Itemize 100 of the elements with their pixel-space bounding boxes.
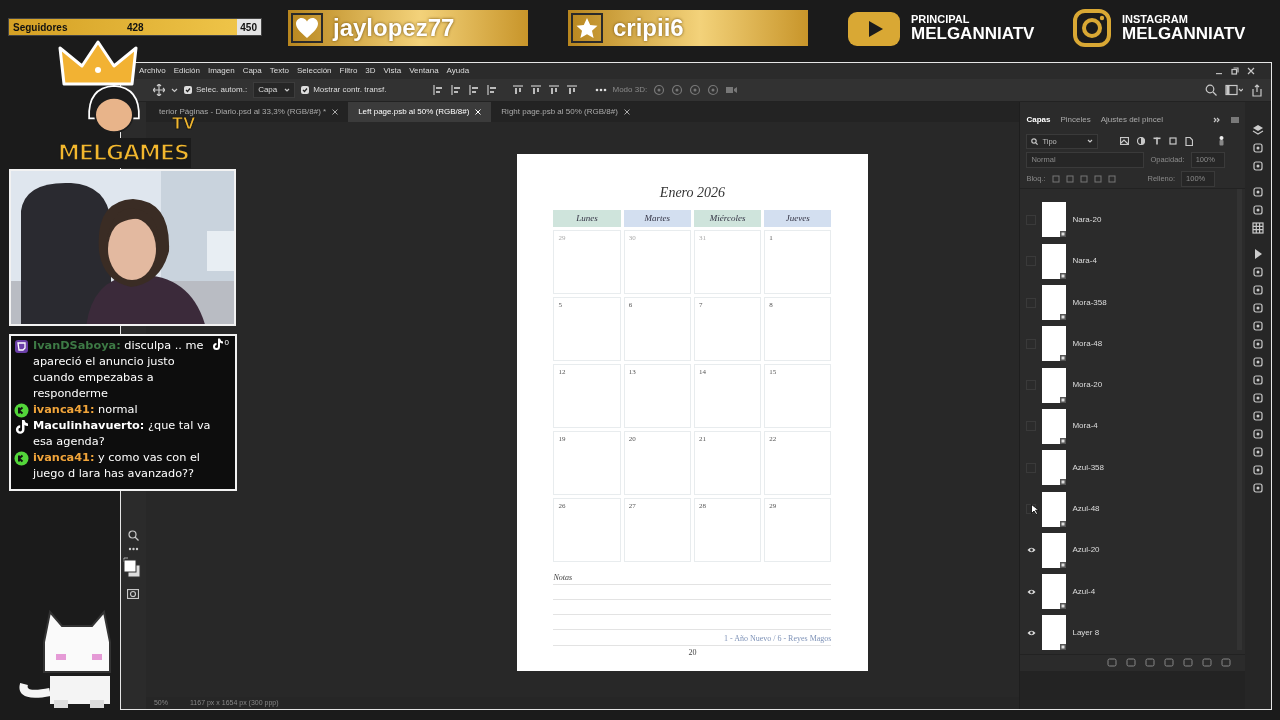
twitch-icon <box>14 339 29 354</box>
search-icon <box>1031 137 1039 145</box>
menu-item[interactable]: 3D <box>365 65 376 77</box>
layer-name: Layer 8 <box>1072 626 1100 639</box>
layer-thumbnail <box>1042 202 1067 238</box>
document-tab[interactable]: Right page.psb al 50% (RGB/8#) <box>491 102 640 122</box>
supporter-name: cripii6 <box>613 13 684 43</box>
layer-name: Mora-20 <box>1072 379 1103 392</box>
layer-thumbnail <box>1042 367 1067 403</box>
more-tools-icon[interactable] <box>127 547 139 551</box>
align-icon[interactable] <box>486 85 497 95</box>
layer-name: Nara-20 <box>1072 213 1102 226</box>
type-filter-icon[interactable] <box>1153 137 1162 146</box>
chat-message: ivanca41: normal <box>33 402 138 418</box>
restore-icon[interactable] <box>1231 67 1239 75</box>
viewer-count: 0 <box>224 338 229 348</box>
quick-mask-icon[interactable] <box>127 589 140 599</box>
caret-icon[interactable] <box>171 87 178 93</box>
chat-message: Maculinhavuerto: ¿que tal va esa agenda? <box>33 418 212 450</box>
document-tab[interactable]: Left page.psb al 50% (RGB/8#) <box>348 102 492 122</box>
auto-select-checkbox[interactable]: Selec. autom.: <box>184 84 248 96</box>
layer-name: Azul-4 <box>1072 585 1096 598</box>
channel-caption: PRINCIPAL <box>911 13 971 25</box>
check-icon <box>302 87 309 93</box>
layer-name: Mora-4 <box>1072 420 1098 433</box>
menu-item[interactable]: Texto <box>269 65 289 77</box>
panel-menu-icon[interactable] <box>1231 116 1240 123</box>
caret-icon[interactable] <box>1087 139 1094 144</box>
share-icon[interactable] <box>1251 83 1263 97</box>
shape-filter-icon[interactable] <box>1169 137 1178 146</box>
grid-icon[interactable] <box>1252 222 1264 234</box>
chat-message: ivanca41: y como vas con el juego d lara has avanzado?? <box>33 450 201 482</box>
channel-caption: INSTAGRAM <box>1122 13 1189 25</box>
image-filter-icon[interactable] <box>1120 137 1130 146</box>
menu-item[interactable]: Vista <box>383 65 402 77</box>
transform-controls-checkbox[interactable]: Mostrar contr. transf. <box>301 84 387 96</box>
layer-thumbnail <box>1042 450 1067 486</box>
check-icon <box>185 87 191 93</box>
menu-item[interactable]: Ventana <box>409 65 439 77</box>
menu-item[interactable]: Imagen <box>207 65 235 77</box>
tiktok-icon <box>14 419 29 434</box>
align-icon[interactable] <box>432 85 443 95</box>
collapse-icon[interactable] <box>1213 116 1222 123</box>
layer-thumbnail <box>1042 326 1067 362</box>
weekday-header: Jueves <box>764 210 832 227</box>
layer-select[interactable]: Capa <box>253 82 296 98</box>
layer-name: Nara-4 <box>1072 255 1097 268</box>
tiktok-icon <box>211 338 223 350</box>
supporter-name: jaylopez77 <box>333 13 455 43</box>
menu-item[interactable]: Capa <box>242 65 262 77</box>
weekday-header: Miércoles <box>693 210 762 227</box>
distribute-icon[interactable] <box>548 85 559 95</box>
distribute-icon[interactable] <box>566 85 577 95</box>
star-icon <box>575 17 599 39</box>
search-icon[interactable] <box>1205 84 1217 96</box>
layer-thumbnail <box>1042 615 1067 651</box>
menu-item[interactable]: Filtro <box>339 65 358 77</box>
smart-object-filter-icon[interactable] <box>1185 136 1194 146</box>
layer-thumbnail <box>1042 408 1067 444</box>
layer-name: Azul-48 <box>1072 503 1100 515</box>
weekday-header: Martes <box>623 210 691 227</box>
followers-label: Seguidores <box>13 20 68 35</box>
menu-item[interactable]: Selección <box>296 65 332 77</box>
followers-count: 428 <box>127 20 144 35</box>
heart-icon <box>295 17 319 39</box>
layer-name: Azul-358 <box>1072 461 1104 474</box>
distribute-icon[interactable] <box>512 85 523 95</box>
layer-thumbnail <box>1042 243 1067 279</box>
menu-item[interactable]: Archivo <box>139 65 166 77</box>
layers-icon[interactable] <box>1252 124 1264 136</box>
channel-handle: MELGANNIATV <box>1122 25 1246 43</box>
close-icon[interactable] <box>332 109 339 115</box>
play-icon[interactable] <box>1252 248 1264 260</box>
kick-icon <box>14 403 29 418</box>
layer-thumbnail <box>1042 574 1067 610</box>
menu-item[interactable]: Ayuda <box>446 65 470 77</box>
menu-item[interactable]: Edición <box>173 65 200 77</box>
notes-label: Notas <box>553 572 573 584</box>
close-icon[interactable] <box>1247 67 1255 75</box>
align-icon[interactable] <box>468 85 479 95</box>
camera-icon[interactable] <box>1072 8 1112 48</box>
kick-icon <box>14 451 29 466</box>
channel-handle: MELGANNIATV <box>911 25 1035 43</box>
mode-3d-label: Modo 3D: <box>612 84 648 96</box>
align-icon[interactable] <box>450 85 461 95</box>
weekday-header: Lunes <box>553 210 621 227</box>
caret-icon[interactable] <box>284 88 291 92</box>
workspace-icon[interactable] <box>1225 84 1243 96</box>
layer-thumbnail <box>1042 491 1067 527</box>
move-tool-icon[interactable] <box>153 84 165 96</box>
layer-name: Mora-48 <box>1072 337 1103 350</box>
filter-toggle-icon[interactable] <box>1219 136 1225 147</box>
calendar-title: Enero 2026 <box>659 184 726 202</box>
close-icon[interactable] <box>623 109 630 115</box>
zoom-tool-icon[interactable] <box>127 530 139 541</box>
adjustment-filter-icon[interactable] <box>1137 137 1146 146</box>
more-icon[interactable] <box>594 88 607 92</box>
holidays-text: 1 - Año Nuevo / 6 - Reyes Magos <box>553 633 832 646</box>
distribute-icon[interactable] <box>530 85 541 95</box>
page-number: 20 <box>688 647 697 659</box>
